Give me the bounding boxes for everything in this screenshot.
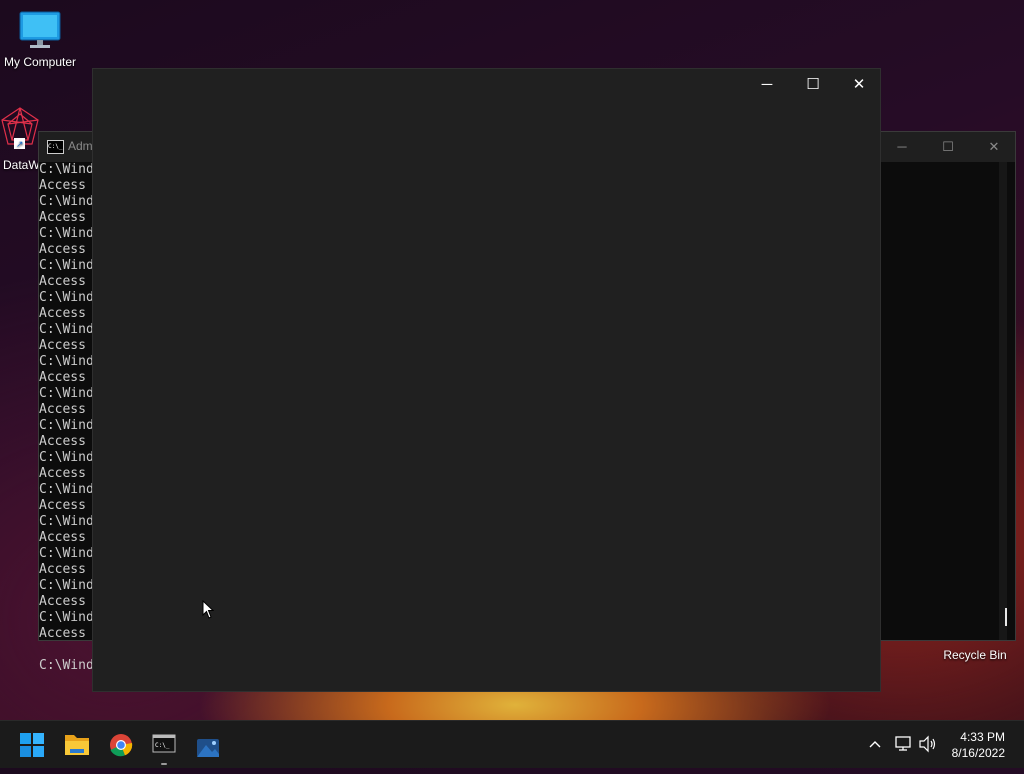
cmd-output-line: C:\Wind — [39, 162, 94, 177]
cmd-close-button[interactable]: ✕ — [971, 132, 1017, 162]
terminal-button[interactable]: C:\_ — [144, 721, 184, 769]
cmd-maximize-button[interactable]: ☐ — [925, 132, 971, 162]
desktop-icon-label: My Computer — [3, 55, 77, 69]
network-icon — [895, 736, 911, 751]
cmd-app-icon: C:\_ — [47, 140, 64, 154]
cmd-minimize-button[interactable]: ─ — [879, 132, 925, 162]
file-explorer-button[interactable] — [57, 721, 97, 769]
cmd-output-line: Access — [39, 178, 86, 193]
cmd-output-line: C:\Wind — [39, 418, 94, 433]
monitor-icon — [19, 11, 61, 48]
desktop-icon-dataw[interactable]: ↗ DataW — [0, 106, 42, 172]
cmd-output-line: C:\Wind — [39, 194, 94, 209]
volume-button[interactable] — [918, 735, 938, 756]
cmd-scrollbar-thumb[interactable] — [1005, 608, 1007, 626]
show-hidden-icons-button[interactable] — [868, 735, 882, 756]
chrome-icon — [110, 734, 133, 757]
cmd-output-line: C:\Wind — [39, 546, 94, 561]
mouse-cursor-icon — [202, 600, 214, 619]
cmd-output-line: Access — [39, 466, 86, 481]
cmd-output-line: Access — [39, 274, 86, 289]
maximize-button[interactable]: ☐ — [790, 69, 836, 101]
svg-text:↗: ↗ — [16, 140, 24, 150]
cmd-output-line: C:\Wind — [39, 258, 94, 273]
start-button[interactable] — [12, 721, 52, 769]
cmd-output-line: C:\Wind — [39, 354, 94, 369]
cmd-output-line: Access — [39, 210, 86, 225]
cmd-output-line: C:\Wind — [39, 226, 94, 241]
cmd-output-line: C:\Wind — [39, 290, 94, 305]
desktop-icon-recycle-bin[interactable]: Recycle Bin — [935, 646, 1015, 662]
cmd-output-line: C:\Wind — [39, 386, 94, 401]
cmd-output-line: Access — [39, 338, 86, 353]
chrome-button[interactable] — [101, 721, 141, 769]
cmd-output-line: Access — [39, 402, 86, 417]
cmd-output-line: Access — [39, 626, 86, 641]
svg-text:C:\_: C:\_ — [155, 742, 170, 749]
blank-window[interactable]: ─ ☐ ✕ — [92, 68, 881, 692]
volume-icon — [919, 735, 936, 753]
desktop-icon-my-computer[interactable]: My Computer — [0, 10, 80, 69]
terminal-icon: C:\_ — [152, 734, 176, 765]
photos-icon — [197, 739, 219, 757]
chevron-up-icon — [869, 741, 881, 748]
cmd-output-line: Access — [39, 562, 86, 577]
network-button[interactable] — [894, 735, 914, 756]
clock-time: 4:33 PM — [960, 730, 1005, 744]
datawrangler-icon: ↗ — [1, 107, 39, 150]
desktop-icon-label: DataW — [3, 158, 40, 172]
cmd-output-line: C:\Wind — [39, 578, 94, 593]
cmd-output-line: Access — [39, 306, 86, 321]
clock-date: 8/16/2022 — [951, 746, 1005, 760]
close-button[interactable]: ✕ — [836, 69, 882, 101]
cmd-output-line: C:\Wind — [39, 658, 94, 673]
clock[interactable]: 4:33 PM 8/16/2022 — [952, 729, 1005, 761]
cmd-output[interactable]: C:\Wind Access C:\Wind Access C:\Wind Access C… — [39, 162, 94, 674]
cmd-output-line: C:\Wind — [39, 450, 94, 465]
cmd-output-line: Access — [39, 242, 86, 257]
cmd-output-line — [39, 642, 94, 658]
desktop-icon-label: Recycle Bin — [943, 648, 1007, 662]
file-explorer-icon — [65, 735, 89, 755]
windows-start-icon — [20, 733, 44, 757]
cmd-output-line: Access — [39, 530, 86, 545]
taskbar: C:\_ 4:33 PM 8/16/2022 — [0, 720, 1024, 768]
photos-button[interactable] — [188, 721, 228, 769]
cmd-output-line: Access — [39, 370, 86, 385]
cmd-output-line: Access — [39, 434, 86, 449]
cmd-output-line: C:\Wind — [39, 322, 94, 337]
cmd-output-line: Access — [39, 594, 86, 609]
cmd-window-title: Adm — [68, 139, 93, 153]
cmd-output-line: C:\Wind — [39, 514, 94, 529]
minimize-button[interactable]: ─ — [744, 69, 790, 101]
cmd-output-line: Access — [39, 498, 86, 513]
cmd-output-line: C:\Wind — [39, 482, 94, 497]
cmd-scrollbar[interactable] — [999, 162, 1007, 640]
cmd-output-line: C:\Wind — [39, 610, 94, 625]
